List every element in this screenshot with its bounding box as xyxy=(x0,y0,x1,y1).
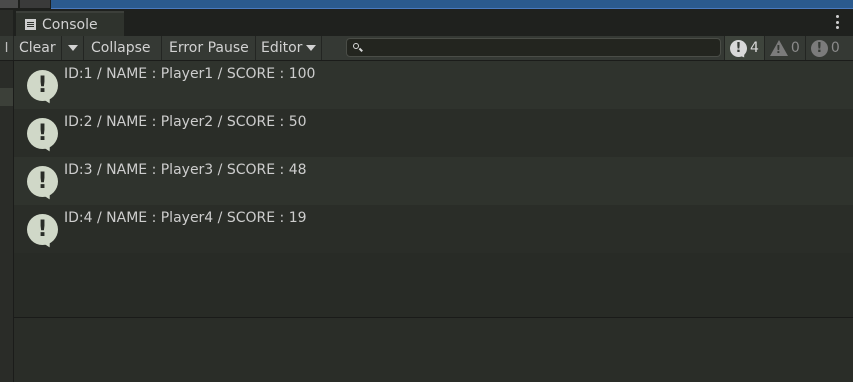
warning-icon: ! xyxy=(769,40,788,56)
clear-options-dropdown[interactable] xyxy=(62,36,84,60)
log-list: ! ID:1 / NAME : Player1 / SCORE : 100 ! … xyxy=(14,61,853,316)
info-icon: ! xyxy=(27,70,58,101)
warning-filter-toggle[interactable]: ! 0 xyxy=(763,36,805,60)
error-pause-toggle[interactable]: Error Pause xyxy=(162,36,256,60)
error-icon: ! xyxy=(810,39,828,57)
log-entry[interactable]: ! ID:2 / NAME : Player2 / SCORE : 50 xyxy=(14,109,853,157)
log-message: ID:2 / NAME : Player2 / SCORE : 50 xyxy=(64,114,307,130)
scene-view-edge xyxy=(51,0,853,9)
top-strip-tab-b xyxy=(20,0,50,8)
info-icon: ! xyxy=(27,214,58,245)
error-count: 0 xyxy=(830,40,840,56)
tab-console-label: Console xyxy=(42,16,98,33)
log-detail-pane xyxy=(14,318,853,382)
adjacent-tab-edge[interactable] xyxy=(0,10,13,36)
info-icon: ! xyxy=(730,39,747,57)
log-message: ID:3 / NAME : Player3 / SCORE : 48 xyxy=(64,162,307,178)
info-icon: ! xyxy=(27,118,58,149)
search-icon xyxy=(353,43,359,49)
log-counts: ! 4 ! 0 ! 0 xyxy=(724,36,845,60)
info-filter-toggle[interactable]: ! 4 xyxy=(724,36,764,60)
clear-button[interactable]: Clear xyxy=(14,36,62,60)
info-count: 4 xyxy=(750,40,759,56)
top-strip-tab-a xyxy=(0,0,18,8)
editor-dropdown[interactable]: Editor xyxy=(256,36,322,60)
collapse-toggle[interactable]: Collapse xyxy=(84,36,162,60)
adjacent-panel-edge xyxy=(0,61,14,382)
tab-bar: Console xyxy=(0,10,853,36)
log-message: ID:1 / NAME : Player1 / SCORE : 100 xyxy=(64,66,316,82)
chevron-down-icon xyxy=(67,45,78,51)
top-strip xyxy=(0,0,853,10)
left-edge-label: I xyxy=(0,36,14,60)
search-input[interactable] xyxy=(346,38,721,57)
error-filter-toggle[interactable]: ! 0 xyxy=(804,36,845,60)
log-entry[interactable]: ! ID:3 / NAME : Player3 / SCORE : 48 xyxy=(14,157,853,205)
editor-dropdown-label: Editor xyxy=(261,40,303,56)
log-entry[interactable]: ! ID:1 / NAME : Player1 / SCORE : 100 xyxy=(14,61,853,109)
adjacent-panel-selection xyxy=(0,88,13,106)
info-icon: ! xyxy=(27,166,58,197)
more-options-icon[interactable] xyxy=(835,15,839,29)
warning-count: 0 xyxy=(790,40,800,56)
chevron-down-icon xyxy=(306,45,317,51)
console-icon xyxy=(25,19,36,30)
tab-console[interactable]: Console xyxy=(16,11,124,36)
log-message: ID:4 / NAME : Player4 / SCORE : 19 xyxy=(64,210,307,226)
console-toolbar: I Clear Collapse Error Pause Editor ! 4 … xyxy=(0,36,853,61)
log-entry[interactable]: ! ID:4 / NAME : Player4 / SCORE : 19 xyxy=(14,205,853,253)
